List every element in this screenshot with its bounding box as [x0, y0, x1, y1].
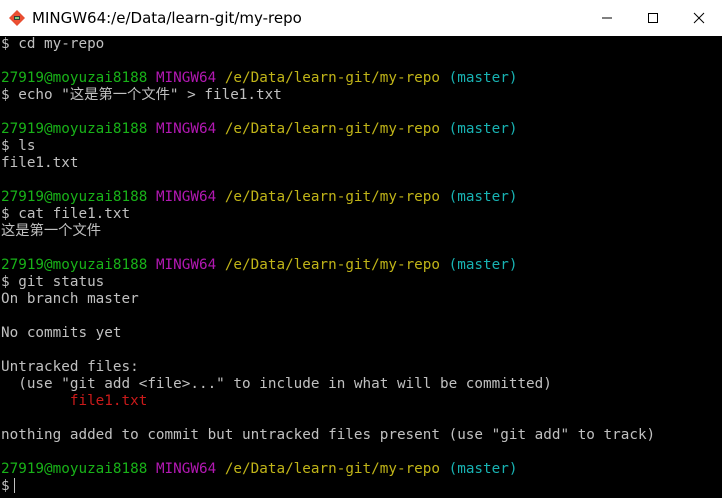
prompt-line: 27919@moyuzai8188 MINGW64 /e/Data/learn-… — [1, 189, 722, 206]
prompt-user-host: 27919@moyuzai8188 — [1, 461, 148, 477]
output-line: 这是第一个文件 — [1, 223, 102, 239]
output-line: nothing added to commit but untracked fi… — [1, 427, 656, 443]
prompt-branch: (master) — [448, 70, 518, 86]
prompt-user-host: 27919@moyuzai8188 — [1, 70, 148, 86]
close-button[interactable] — [676, 0, 722, 36]
untracked-file-line: file1.txt — [1, 393, 148, 409]
command-line: $ git status — [1, 274, 105, 290]
prompt-path: /e/Data/learn-git/my-repo — [224, 121, 440, 137]
prompt-path: /e/Data/learn-git/my-repo — [224, 461, 440, 477]
minimize-icon — [602, 17, 612, 19]
prompt-shell: MINGW64 — [155, 70, 217, 86]
command-line: $ cd my-repo — [1, 36, 105, 52]
prompt-symbol: $ — [1, 478, 10, 494]
terminal-output[interactable]: $ cd my-repo 27919@moyuzai8188 MINGW64 /… — [0, 36, 722, 498]
prompt-line: 27919@moyuzai8188 MINGW64 /e/Data/learn-… — [1, 70, 722, 87]
prompt-shell: MINGW64 — [155, 461, 217, 477]
output-line: On branch master — [1, 291, 139, 307]
prompt-path: /e/Data/learn-git/my-repo — [224, 189, 440, 205]
maximize-icon — [648, 13, 658, 23]
prompt-branch: (master) — [448, 189, 518, 205]
window-title: MINGW64:/e/Data/learn-git/my-repo — [32, 9, 302, 27]
output-line: Untracked files: — [1, 359, 139, 375]
prompt-line: 27919@moyuzai8188 MINGW64 /e/Data/learn-… — [1, 257, 722, 274]
prompt-shell: MINGW64 — [155, 189, 217, 205]
prompt-branch: (master) — [448, 257, 518, 273]
close-icon — [693, 12, 705, 24]
text-cursor — [13, 478, 15, 493]
prompt-path: /e/Data/learn-git/my-repo — [224, 257, 440, 273]
command-line: $ cat file1.txt — [1, 206, 131, 222]
terminal-window: MINGW64:/e/Data/learn-git/my-repo $ cd m… — [0, 0, 722, 498]
title-bar[interactable]: MINGW64:/e/Data/learn-git/my-repo — [0, 0, 722, 36]
prompt-shell: MINGW64 — [155, 257, 217, 273]
git-bash-icon[interactable] — [8, 9, 26, 27]
input-line[interactable]: $ — [1, 478, 722, 495]
prompt-shell: MINGW64 — [155, 121, 217, 137]
prompt-branch: (master) — [448, 461, 518, 477]
output-line: (use "git add <file>..." to include in w… — [1, 376, 552, 392]
prompt-user-host: 27919@moyuzai8188 — [1, 189, 148, 205]
prompt-branch: (master) — [448, 121, 518, 137]
minimize-button[interactable] — [584, 0, 630, 36]
command-line: $ echo "这是第一个文件" > file1.txt — [1, 87, 282, 103]
window-controls — [584, 0, 722, 36]
prompt-path: /e/Data/learn-git/my-repo — [224, 70, 440, 86]
prompt-line: 27919@moyuzai8188 MINGW64 /e/Data/learn-… — [1, 121, 722, 138]
command-line: $ ls — [1, 138, 36, 154]
output-line: No commits yet — [1, 325, 122, 341]
maximize-button[interactable] — [630, 0, 676, 36]
output-line: file1.txt — [1, 155, 79, 171]
prompt-line: 27919@moyuzai8188 MINGW64 /e/Data/learn-… — [1, 461, 722, 478]
prompt-user-host: 27919@moyuzai8188 — [1, 121, 148, 137]
prompt-user-host: 27919@moyuzai8188 — [1, 257, 148, 273]
